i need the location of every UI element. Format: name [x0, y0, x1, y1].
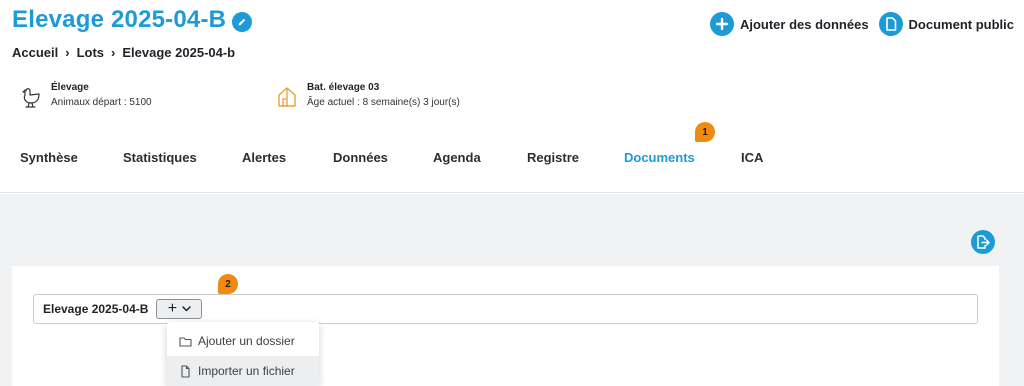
- barn-icon: [278, 87, 296, 107]
- folder-path-bar: Elevage 2025-04-B +: [33, 294, 978, 324]
- page-title: Elevage 2025-04-B: [12, 6, 227, 33]
- chicken-icon: [22, 88, 40, 108]
- document-icon: [878, 12, 903, 36]
- page-header: Elevage 2025-04-B Ajouter des données Do…: [0, 0, 1024, 193]
- export-button[interactable]: [971, 230, 995, 254]
- step-badge-1: 1: [695, 122, 715, 142]
- chevron-right-icon: ›: [111, 45, 116, 60]
- breadcrumb-lots[interactable]: Lots: [77, 45, 104, 60]
- breadcrumb-home[interactable]: Accueil: [12, 45, 58, 60]
- add-data-button[interactable]: Ajouter des données: [709, 12, 869, 36]
- batiment-info: Bat. élevage 03 Âge actuel : 8 semaine(s…: [276, 82, 460, 109]
- breadcrumb-current: Elevage 2025-04-b: [122, 45, 236, 60]
- elevage-detail: Animaux départ : 5100: [51, 97, 152, 108]
- elevage-info: Élevage Animaux départ : 5100: [20, 82, 152, 109]
- add-data-label: Ajouter des données: [739, 16, 869, 32]
- public-document-label: Document public: [908, 16, 1014, 32]
- edit-title-button[interactable]: [232, 12, 253, 32]
- tab-donnees[interactable]: Données: [333, 150, 388, 165]
- title-row: Elevage 2025-04-B: [12, 6, 253, 34]
- file-icon: [181, 364, 190, 378]
- public-document-button[interactable]: Document public: [878, 12, 1014, 36]
- top-actions: Ajouter des données Document public: [700, 12, 1014, 36]
- plus-icon: +: [167, 300, 178, 317]
- chevron-down-icon: [182, 306, 191, 312]
- folder-path-name[interactable]: Elevage 2025-04-B: [43, 302, 148, 316]
- menu-item-add-folder[interactable]: Ajouter un dossier: [167, 326, 319, 356]
- menu-item-add-folder-label: Ajouter un dossier: [198, 334, 295, 348]
- tab-agenda[interactable]: Agenda: [433, 150, 481, 165]
- documents-panel: [12, 266, 999, 386]
- tab-registre[interactable]: Registre: [527, 150, 579, 165]
- step-badge-2: 2: [218, 274, 238, 294]
- menu-item-import-file[interactable]: Importer un fichier: [167, 356, 319, 386]
- add-menu-dropdown: Ajouter un dossier Importer un fichier: [167, 322, 319, 386]
- tab-statistiques[interactable]: Statistiques: [123, 150, 197, 165]
- menu-item-import-file-label: Importer un fichier: [198, 364, 295, 378]
- tab-ica[interactable]: ICA: [741, 150, 763, 165]
- tab-alertes[interactable]: Alertes: [242, 150, 286, 165]
- breadcrumb: Accueil › Lots › Elevage 2025-04-b: [12, 45, 235, 60]
- export-icon: [977, 235, 990, 249]
- plus-circle-icon: [709, 12, 734, 36]
- batiment-detail: Âge actuel : 8 semaine(s) 3 jour(s): [307, 97, 460, 108]
- batiment-title: Bat. élevage 03: [307, 82, 380, 93]
- tab-synthese[interactable]: Synthèse: [20, 150, 78, 165]
- elevage-title: Élevage: [51, 82, 89, 93]
- folder-icon: [179, 336, 192, 347]
- pencil-icon: [238, 18, 246, 26]
- tab-documents[interactable]: Documents: [624, 150, 695, 165]
- chevron-right-icon: ›: [65, 45, 70, 60]
- add-menu-button[interactable]: +: [156, 299, 203, 319]
